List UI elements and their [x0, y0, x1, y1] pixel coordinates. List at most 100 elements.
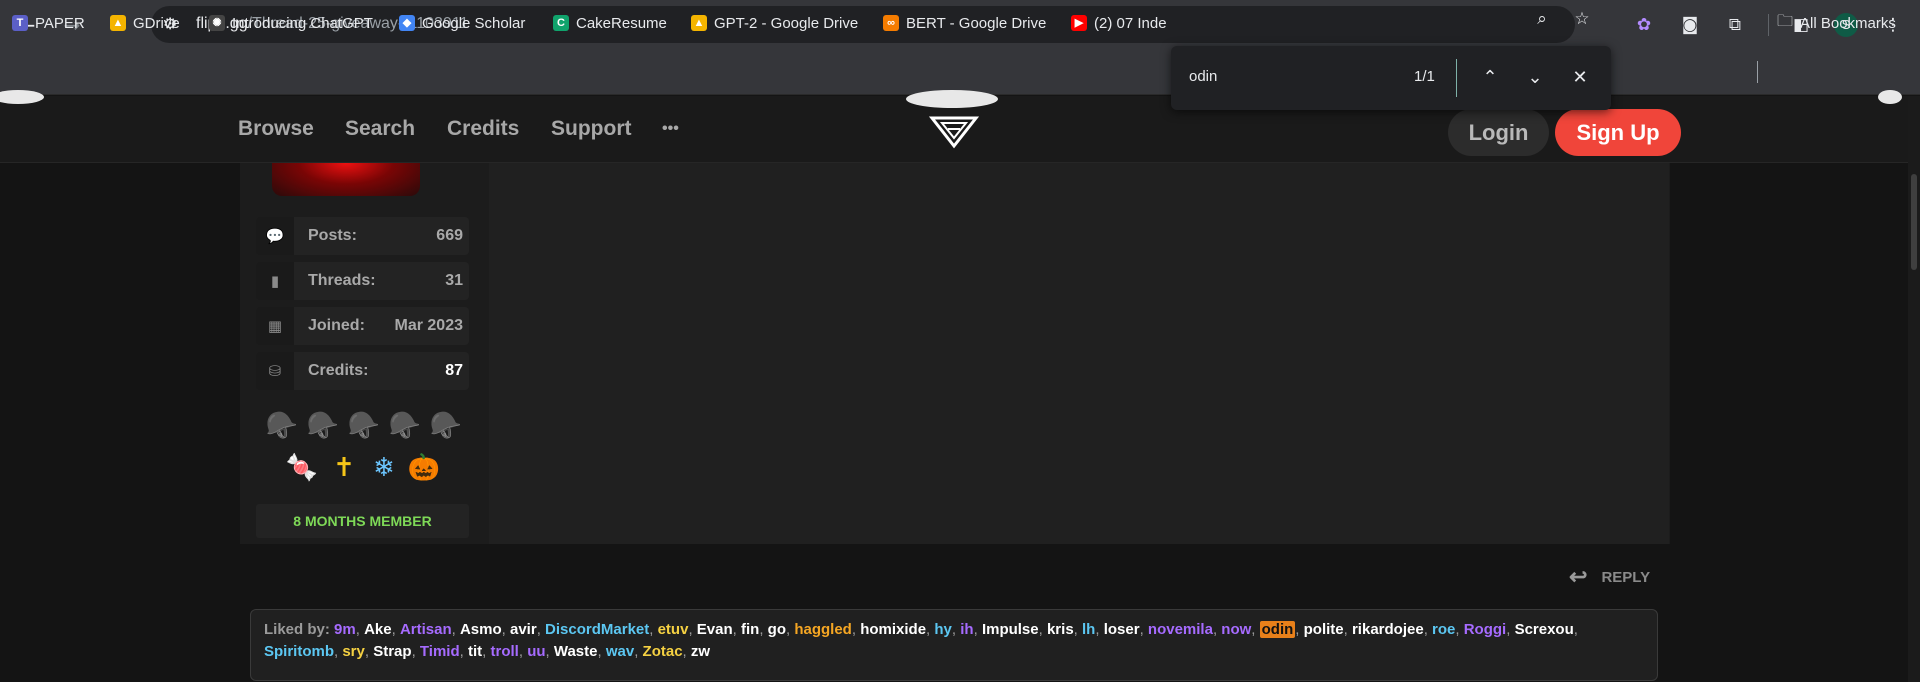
- nav-credits[interactable]: Credits: [447, 117, 519, 141]
- google-drive-icon: ▲: [110, 15, 126, 31]
- site-logo[interactable]: [928, 104, 980, 150]
- snow-decoration: [1878, 90, 1902, 104]
- stat-label: Joined:: [308, 317, 365, 334]
- liker-link[interactable]: now: [1221, 621, 1251, 638]
- login-button[interactable]: Login: [1448, 109, 1549, 156]
- find-input[interactable]: odin: [1189, 68, 1217, 85]
- liker-link[interactable]: Asmo: [460, 621, 502, 638]
- liker-link[interactable]: uu: [527, 643, 545, 660]
- signup-button[interactable]: Sign Up: [1555, 109, 1681, 156]
- liked-by-label: Liked by:: [264, 621, 330, 638]
- bookmark-item[interactable]: ▲ GDrive: [110, 12, 180, 34]
- liker-link[interactable]: wav: [606, 643, 634, 660]
- liker-link[interactable]: hy: [934, 621, 952, 638]
- liker-link[interactable]: ih: [960, 621, 973, 638]
- stat-label: Credits:: [308, 362, 369, 379]
- liker-link[interactable]: avir: [510, 621, 537, 638]
- extensions-puzzle-icon[interactable]: ⧉: [1723, 13, 1747, 37]
- liker-link[interactable]: sry: [342, 643, 365, 660]
- teams-icon: T: [12, 15, 28, 31]
- liker-link[interactable]: Screxou: [1515, 621, 1574, 638]
- folder-icon: 🗀: [1777, 12, 1794, 30]
- liker-link[interactable]: Timid: [420, 643, 460, 660]
- liker-separator: ,: [1038, 621, 1047, 638]
- liker-separator: ,: [411, 643, 420, 660]
- camera-extension-icon[interactable]: ◙: [1678, 13, 1702, 37]
- helmet-badge-icon: 🪖: [306, 411, 340, 441]
- helmet-badge-icon: 🪖: [347, 411, 381, 441]
- nav-search[interactable]: Search: [345, 117, 415, 141]
- brain-extension-icon[interactable]: ✿: [1632, 13, 1656, 37]
- liker-separator: ,: [459, 643, 468, 660]
- bookmark-item[interactable]: ∞ BERT - Google Drive: [883, 12, 1046, 34]
- liker-link[interactable]: novemila: [1148, 621, 1213, 638]
- liked-by-panel: Liked by: 9m, Ake, Artisan, Asmo, avir, …: [250, 609, 1658, 681]
- bookmark-star-icon[interactable]: ☆: [1571, 8, 1593, 30]
- nav-browse[interactable]: Browse: [238, 117, 314, 141]
- find-next-icon[interactable]: ⌄: [1523, 66, 1547, 90]
- all-bookmarks-label: All Bookmarks: [1800, 14, 1896, 32]
- book-icon: ▮: [256, 262, 294, 300]
- bookmark-item[interactable]: ✺ Introducing ChatGPT: [209, 12, 373, 34]
- liker-separator: ,: [545, 643, 554, 660]
- liker-link[interactable]: Ake: [364, 621, 392, 638]
- profile-stat: ▦ Joined: Mar 2023: [256, 307, 469, 345]
- bookmark-item[interactable]: ▲ GPT-2 - Google Drive: [691, 12, 858, 34]
- helmet-badge-icon: 🪖: [265, 411, 299, 441]
- bookmark-label: BERT - Google Drive: [906, 14, 1047, 32]
- liker-separator: ,: [501, 621, 510, 638]
- liker-link[interactable]: go: [768, 621, 786, 638]
- liker-link[interactable]: polite: [1304, 621, 1344, 638]
- liker-link[interactable]: Waste: [554, 643, 598, 660]
- reply-button[interactable]: ↩ REPLY: [1569, 564, 1650, 590]
- liker-link[interactable]: Artisan: [400, 621, 452, 638]
- liker-link[interactable]: Strap: [373, 643, 411, 660]
- liker-link[interactable]: zw: [691, 643, 710, 660]
- liker-link[interactable]: lh: [1082, 621, 1095, 638]
- profile-stat: ⛁ Credits: 87: [256, 352, 469, 390]
- liker-separator: ,: [391, 621, 400, 638]
- google-lens-icon[interactable]: ⌕: [1531, 8, 1553, 30]
- liker-separator: ,: [951, 621, 961, 638]
- bookmark-item[interactable]: C CakeResume: [553, 12, 667, 34]
- liker-link[interactable]: etuv: [658, 621, 689, 638]
- liker-separator: ,: [1095, 621, 1104, 638]
- liker-separator: ,: [536, 621, 546, 638]
- liker-link[interactable]: loser: [1104, 621, 1140, 638]
- liker-link[interactable]: haggled: [794, 621, 852, 638]
- liker-link[interactable]: fin: [741, 621, 759, 638]
- bookmark-item[interactable]: T PAPER: [12, 12, 85, 34]
- liker-link[interactable]: kris: [1047, 621, 1074, 638]
- nav-more[interactable]: •••: [662, 120, 679, 138]
- nav-support[interactable]: Support: [551, 117, 631, 141]
- liker-link[interactable]: Spiritomb: [264, 643, 334, 660]
- liker-separator: ,: [851, 621, 861, 638]
- liker-link[interactable]: homixide: [860, 621, 926, 638]
- page-scrollbar[interactable]: [1908, 96, 1920, 682]
- liker-link[interactable]: 9m: [334, 621, 356, 638]
- liker-separator: ,: [732, 621, 741, 638]
- find-previous-icon[interactable]: ⌃: [1478, 66, 1502, 90]
- openai-icon: ✺: [209, 15, 225, 31]
- reply-icon: ↩: [1569, 564, 1588, 589]
- liker-link[interactable]: roe: [1432, 621, 1455, 638]
- liker-link[interactable]: tit: [468, 643, 482, 660]
- liker-link[interactable]: Impulse: [982, 621, 1039, 638]
- scrollbar-thumb[interactable]: [1911, 174, 1917, 270]
- liker-link[interactable]: rikardojee: [1352, 621, 1424, 638]
- liker-separator: ,: [1073, 621, 1083, 638]
- find-close-icon[interactable]: ✕: [1568, 66, 1592, 90]
- bookmark-item[interactable]: ▶ (2) 07 Inde: [1071, 12, 1167, 34]
- liker-link[interactable]: Roggi: [1464, 621, 1507, 638]
- liker-link[interactable]: Zotac: [643, 643, 683, 660]
- bookmarks-separator: [1757, 61, 1758, 83]
- bookmark-item[interactable]: ◆ Google Scholar: [399, 12, 525, 34]
- bookmark-label: PAPER: [35, 14, 85, 32]
- liker-link[interactable]: odin: [1259, 621, 1296, 638]
- liker-link[interactable]: troll: [491, 643, 519, 660]
- liker-link[interactable]: DiscordMarket: [545, 621, 649, 638]
- liker-link[interactable]: Evan: [697, 621, 733, 638]
- all-bookmarks[interactable]: 🗀 All Bookmarks: [1777, 12, 1896, 34]
- bookmark-label: CakeResume: [576, 14, 667, 32]
- member-duration-badge: 8 MONTHS MEMBER: [256, 504, 469, 538]
